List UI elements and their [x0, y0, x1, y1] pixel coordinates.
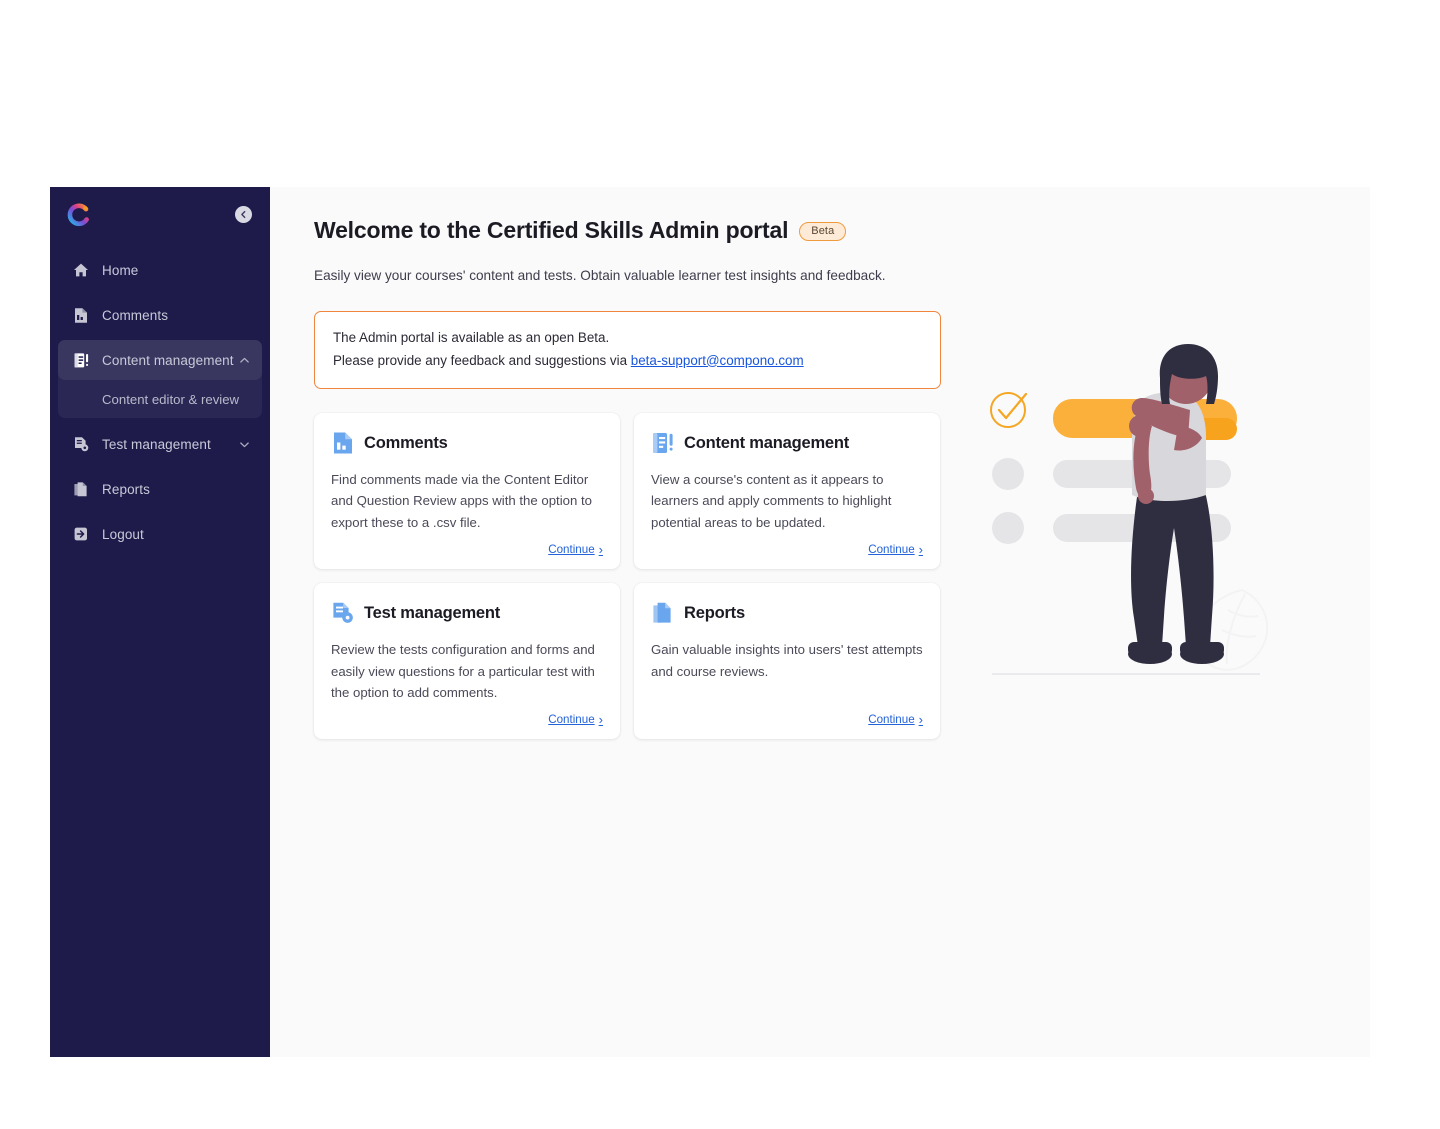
collapse-sidebar-button[interactable]: [235, 206, 252, 223]
continue-label: Continue: [868, 543, 914, 556]
sidebar-item-label: Reports: [102, 482, 250, 497]
chevron-right-icon: ›: [919, 543, 923, 556]
card-title: Comments: [364, 434, 448, 453]
feature-card-grid: Comments Find comments made via the Cont…: [314, 413, 941, 739]
card-title: Reports: [684, 604, 745, 623]
card-title: Test management: [364, 604, 500, 623]
notice-line-2-prefix: Please provide any feedback and suggesti…: [333, 353, 631, 368]
sidebar-subitem-label: Content editor & review: [102, 392, 239, 407]
card-body: View a course's content as it appears to…: [651, 469, 923, 533]
reports-pages-icon: [651, 601, 675, 625]
sidebar-item-comments[interactable]: Comments: [58, 295, 262, 335]
beta-notice-banner: The Admin portal is available as an open…: [314, 311, 941, 389]
logout-arrow-icon: [72, 525, 90, 543]
page-subtitle: Easily view your courses' content and te…: [314, 265, 894, 287]
status-badge-beta: Beta: [799, 222, 846, 241]
sidebar-item-home[interactable]: Home: [58, 250, 262, 290]
chevron-down-icon[interactable]: [238, 438, 250, 450]
reports-pages-icon: [72, 480, 90, 498]
card-comments[interactable]: Comments Find comments made via the Cont…: [314, 413, 620, 569]
sidebar-item-label: Test management: [102, 437, 238, 452]
comments-document-icon: [331, 431, 355, 455]
card-body: Review the tests configuration and forms…: [331, 639, 603, 703]
sidebar-header: [50, 187, 270, 242]
continue-label: Continue: [548, 713, 594, 726]
notice-line-1: The Admin portal is available as an open…: [333, 327, 922, 350]
card-body: Find comments made via the Content Edito…: [331, 469, 603, 533]
sidebar-item-content-editor-review[interactable]: Content editor & review: [58, 380, 262, 418]
sidebar-group-content-management: Content management Content editor & revi…: [58, 340, 262, 418]
continue-link[interactable]: Continue ›: [548, 543, 603, 556]
sidebar: Home Comments: [50, 187, 270, 1057]
comments-document-icon: [72, 306, 90, 324]
card-header: Content management: [651, 431, 923, 455]
test-gear-document-icon: [72, 435, 90, 453]
home-icon: [72, 261, 90, 279]
card-body: Gain valuable insights into users' test …: [651, 639, 923, 703]
sidebar-item-test-management[interactable]: Test management: [58, 424, 262, 464]
continue-label: Continue: [548, 543, 594, 556]
card-test-management[interactable]: Test management Review the tests configu…: [314, 583, 620, 739]
sidebar-item-label: Home: [102, 263, 250, 278]
card-header: Comments: [331, 431, 603, 455]
page-title: Welcome to the Certified Skills Admin po…: [314, 217, 954, 244]
chevron-right-icon: ›: [599, 713, 603, 726]
beta-support-email-link[interactable]: beta-support@compono.com: [631, 353, 804, 368]
continue-link[interactable]: Continue ›: [868, 713, 923, 726]
card-title: Content management: [684, 434, 849, 453]
continue-link[interactable]: Continue ›: [868, 543, 923, 556]
sidebar-item-content-management[interactable]: Content management: [58, 340, 262, 380]
continue-label: Continue: [868, 713, 914, 726]
main-content: Welcome to the Certified Skills Admin po…: [270, 187, 1370, 1057]
sidebar-item-label: Logout: [102, 527, 250, 542]
card-content-management[interactable]: Content management View a course's conte…: [634, 413, 940, 569]
sidebar-item-logout[interactable]: Logout: [58, 514, 262, 554]
content-document-icon: [72, 351, 90, 369]
sidebar-item-label: Comments: [102, 308, 250, 323]
sidebar-item-reports[interactable]: Reports: [58, 469, 262, 509]
chevron-right-icon: ›: [599, 543, 603, 556]
sidebar-nav: Home Comments: [50, 242, 270, 554]
compono-logo-icon[interactable]: [65, 202, 91, 228]
test-gear-document-icon: [331, 601, 355, 625]
chevron-up-icon[interactable]: [238, 354, 250, 366]
card-header: Reports: [651, 601, 923, 625]
person-with-checklist-illustration: [970, 342, 1320, 682]
app-window: Home Comments: [50, 187, 1370, 1057]
chevron-right-icon: ›: [919, 713, 923, 726]
card-header: Test management: [331, 601, 603, 625]
content-document-icon: [651, 431, 675, 455]
notice-line-2: Please provide any feedback and suggesti…: [333, 350, 922, 373]
page-title-text: Welcome to the Certified Skills Admin po…: [314, 217, 788, 244]
sidebar-item-label: Content management: [102, 353, 238, 368]
card-reports[interactable]: Reports Gain valuable insights into user…: [634, 583, 940, 739]
continue-link[interactable]: Continue ›: [548, 713, 603, 726]
